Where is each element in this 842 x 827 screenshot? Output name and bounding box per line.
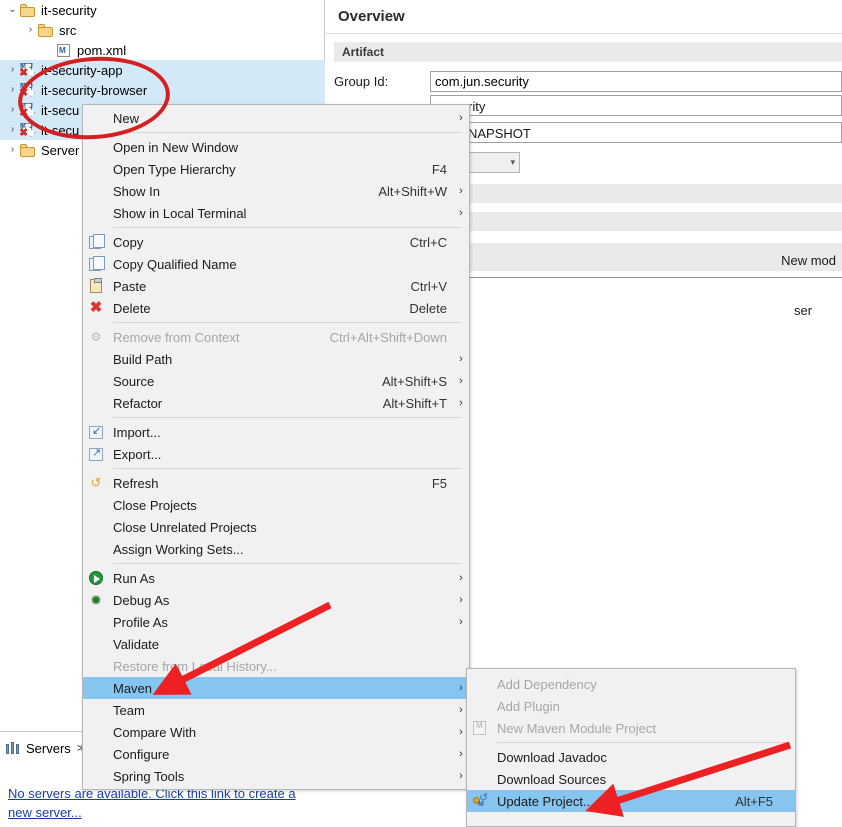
arrow-to-update-project xyxy=(585,741,792,817)
eclipse-ide-window: ⌄ it-security › src Mpom.xml › M J ✖ it-security-… xyxy=(0,0,842,827)
arrow-to-maven xyxy=(152,601,332,695)
annotation-arrows xyxy=(152,601,792,817)
